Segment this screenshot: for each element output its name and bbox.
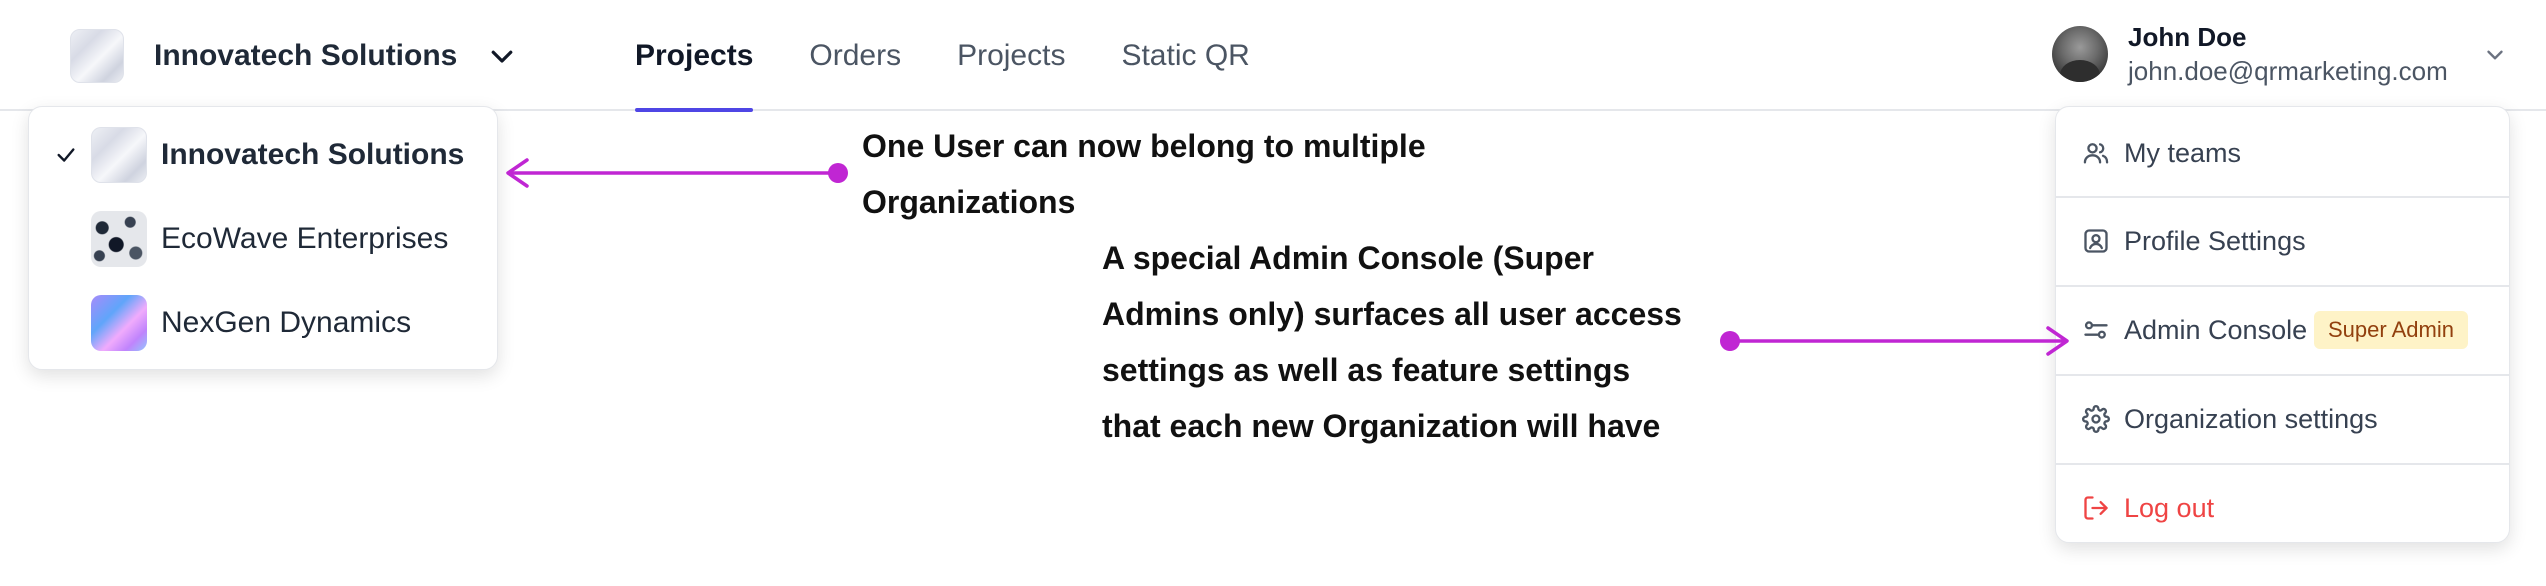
menu-item-profile-settings[interactable]: Profile Settings [2056,198,2509,284]
users-icon [2083,143,2109,164]
gear-icon [2082,405,2110,433]
menu-item-label: My teams [2124,137,2242,168]
organization-switcher[interactable]: Innovatech Solutions [70,28,517,84]
admin-annotation-text: A special Admin Console (Super Admins on… [1102,230,1682,454]
annotation-line: One User can now belong to multiple [862,128,1426,164]
admin-annotation-dot [1720,331,1740,351]
annotation-line: Admins only) surfaces all user access [1102,296,1682,332]
check-icon [57,148,75,162]
logout-icon [2084,496,2108,520]
menu-item-admin-console[interactable]: Admin Console Super Admin [2056,287,2509,373]
menu-item-my-teams[interactable]: My teams [2056,110,2509,196]
chevron-down-icon[interactable] [487,41,517,71]
profile-icon [2084,229,2108,253]
nav-tab-projects-2[interactable]: Projects [957,0,1065,111]
admin-annotation-arrow [1728,326,2069,356]
chevron-down-icon[interactable] [2482,42,2508,68]
org-option-ecowave[interactable]: EcoWave Enterprises [29,204,499,274]
top-navigation-bar: Innovatech Solutions Projects Orders Pro… [0,0,2546,112]
avatar [2052,26,2108,82]
organization-logo [91,127,147,183]
org-option-innovatech[interactable]: Innovatech Solutions [29,120,499,190]
menu-item-label: Log out [2124,492,2215,523]
organization-dropdown: Innovatech Solutions EcoWave Enterprises… [28,106,498,370]
annotation-line: settings as well as feature settings [1102,352,1631,388]
annotation-line: Organizations [862,184,1076,220]
org-option-label: NexGen Dynamics [161,306,412,339]
organization-logo [91,211,147,267]
org-option-nexgen[interactable]: NexGen Dynamics [29,288,499,358]
menu-item-organization-settings[interactable]: Organization settings [2056,376,2509,462]
nav-tab-orders[interactable]: Orders [809,0,901,111]
menu-item-label: Admin Console [2124,314,2308,345]
user-email: john.doe@qrmarketing.com [2128,56,2448,86]
menu-item-label: Organization settings [2124,403,2378,434]
annotation-line: that each new Organization will have [1102,408,1661,444]
user-name: John Doe [2128,22,2247,52]
main-nav: Projects Orders Projects Static QR [635,0,1306,112]
nav-tab-static-qr[interactable]: Static QR [1121,0,1249,111]
sliders-icon [2084,321,2108,339]
org-option-label: Innovatech Solutions [161,138,465,171]
organization-logo [91,295,147,351]
user-dropdown: My teams Profile Settings Admin Console … [2055,106,2510,543]
super-admin-badge: Super Admin [2314,311,2468,349]
org-annotation-text: One User can now belong to multiple Orga… [862,118,1426,230]
nav-tab-projects[interactable]: Projects [635,0,754,112]
organization-logo [70,29,124,83]
user-account-button[interactable]: John Doe john.doe@qrmarketing.com [2052,20,2448,88]
org-option-label: EcoWave Enterprises [161,222,449,255]
menu-item-label: Profile Settings [2124,225,2306,256]
org-annotation-arrow [506,158,840,188]
organization-name: Innovatech Solutions [154,39,458,72]
menu-item-log-out[interactable]: Log out [2056,465,2509,551]
annotation-line: A special Admin Console (Super [1102,240,1594,276]
org-annotation-dot [828,163,848,183]
